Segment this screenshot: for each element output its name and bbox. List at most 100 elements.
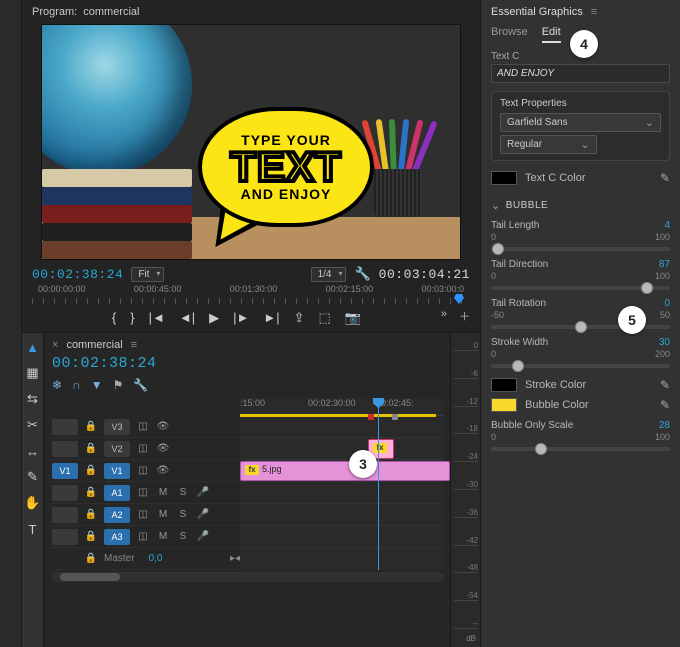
ripple-edit-tool[interactable]: ⇆ [25,391,41,407]
eyedropper-icon[interactable]: ✎ [660,398,670,412]
play-button[interactable]: ▶ [209,310,219,326]
scrollbar-thumb[interactable] [60,573,120,581]
lock-icon[interactable]: 🔒 [84,487,98,498]
step-back-button[interactable]: ◄| [179,310,195,326]
go-to-in-button[interactable]: |◄ [149,310,165,326]
go-to-out-button[interactable]: ►| [263,310,279,326]
source-patch[interactable] [52,419,78,435]
stroke-color-swatch[interactable] [491,378,517,392]
step-forward-button[interactable]: |► [233,310,249,326]
playback-resolution-dropdown[interactable]: 1/4 [311,267,347,282]
eyedropper-icon[interactable]: ✎ [660,378,670,392]
slider-track[interactable] [491,364,670,368]
slider-value[interactable]: 87 [659,259,670,270]
mute-icon[interactable]: M [156,531,170,542]
program-preview[interactable]: TYPE YOUR TEXT AND ENJOY [41,24,461,260]
timeline-wrench-icon[interactable]: 🔧 [133,378,148,392]
solo-icon[interactable]: S [176,487,190,498]
channels-icon[interactable]: ▸◂ [230,553,240,564]
mark-in-button[interactable]: { [112,310,116,326]
slider-track[interactable] [491,247,670,251]
slider-thumb[interactable] [641,282,653,294]
panel-menu-icon[interactable]: ≡ [591,6,597,18]
track-header-v1[interactable]: V1 🔒 V1 ◫ 👁 [52,460,240,482]
slider-track[interactable] [491,286,670,290]
linked-selection-icon[interactable]: ∩ [72,378,81,392]
lock-icon[interactable]: 🔒 [84,421,98,432]
sync-lock-icon[interactable]: ◫ [136,487,150,498]
solo-icon[interactable]: S [176,531,190,542]
snap-toggle-icon[interactable]: ❄ [52,378,62,392]
text-c-input[interactable] [491,64,670,83]
slider-track[interactable] [491,447,670,451]
track-label[interactable]: V3 [104,419,130,435]
tab-browse[interactable]: Browse [491,26,528,43]
track-header-master[interactable]: 🔒 Master 0,0 ▸◂ [52,548,240,570]
track-label[interactable]: A2 [104,507,130,523]
timeline-playhead[interactable] [378,398,379,570]
lift-button[interactable]: ⇪ [294,310,305,326]
timeline-settings-icon[interactable]: ⚑ [113,378,124,392]
pen-tool[interactable]: ✎ [25,469,41,485]
sync-lock-icon[interactable]: ◫ [136,509,150,520]
track-header-a2[interactable]: 🔒 A2 ◫ M S 🎤 [52,504,240,526]
font-family-dropdown[interactable]: Garfield Sans [500,113,661,132]
font-style-dropdown[interactable]: Regular [500,135,597,154]
slider-value[interactable]: 0 [664,298,670,309]
slider-thumb[interactable] [575,321,587,333]
source-patch[interactable]: V1 [52,463,78,479]
clip-video[interactable]: fx5.jpg [240,461,450,481]
lock-icon[interactable]: 🔒 [84,509,98,520]
source-patch[interactable] [52,529,78,545]
slider-value[interactable]: 30 [659,337,670,348]
sync-lock-icon[interactable]: ◫ [136,421,150,432]
bubble-section-header[interactable]: BUBBLE [491,199,670,212]
voiceover-icon[interactable]: 🎤 [196,509,210,520]
selection-tool[interactable]: ▲ [25,339,41,355]
timeline-playhead-timecode[interactable]: 00:02:38:24 [52,355,157,372]
voiceover-icon[interactable]: 🎤 [196,531,210,542]
master-value[interactable]: 0,0 [149,553,163,564]
voiceover-icon[interactable]: 🎤 [196,487,210,498]
track-label[interactable]: A1 [104,485,130,501]
slider-thumb[interactable] [535,443,547,455]
timeline-horizontal-scrollbar[interactable] [52,572,444,582]
text-color-swatch[interactable] [491,171,517,185]
slip-tool[interactable]: ↔ [25,443,41,459]
add-marker-icon[interactable]: ▼ [91,378,103,392]
track-header-v3[interactable]: 🔒 V3 ◫ 👁 [52,416,240,438]
lock-icon[interactable]: 🔒 [84,443,98,454]
mark-out-button[interactable]: } [130,310,134,326]
bubble-color-swatch[interactable] [491,398,517,412]
razor-tool[interactable]: ✂ [25,417,41,433]
type-tool[interactable]: T [25,521,41,537]
timeline-track-area[interactable]: :15:00 00:02:30:00 00:02:45: [240,398,444,570]
track-header-v2[interactable]: 🔒 V2 ◫ 👁 [52,438,240,460]
sync-lock-icon[interactable]: ◫ [136,531,150,542]
eyedropper-icon[interactable]: ✎ [660,171,670,185]
eye-icon[interactable]: 👁 [156,443,170,454]
panel-menu-icon[interactable]: ≡ [131,339,137,351]
sync-lock-icon[interactable]: ◫ [136,443,150,454]
source-patch[interactable] [52,485,78,501]
comparison-view-button[interactable]: » [441,308,447,324]
tab-edit[interactable]: Edit [542,26,561,43]
settings-wrench-icon[interactable]: 🔧 [354,266,370,282]
slider-thumb[interactable] [492,243,504,255]
track-label[interactable]: V1 [104,463,130,479]
lock-icon[interactable]: 🔒 [84,465,98,476]
track-label[interactable]: A3 [104,529,130,545]
solo-icon[interactable]: S [176,509,190,520]
mute-icon[interactable]: M [156,487,170,498]
track-label[interactable]: V2 [104,441,130,457]
eye-icon[interactable]: 👁 [156,465,170,476]
lock-icon[interactable]: 🔒 [84,553,98,564]
extract-button[interactable]: ⬚ [318,310,330,326]
program-current-timecode[interactable]: 00:02:38:24 [32,267,123,282]
timeline-sequence-name[interactable]: commercial [66,339,122,351]
track-select-tool[interactable]: ▦ [25,365,41,381]
eye-icon[interactable]: 👁 [156,421,170,432]
track-header-a3[interactable]: 🔒 A3 ◫ M S 🎤 [52,526,240,548]
mute-icon[interactable]: M [156,509,170,520]
close-sequence-icon[interactable]: × [52,339,58,351]
